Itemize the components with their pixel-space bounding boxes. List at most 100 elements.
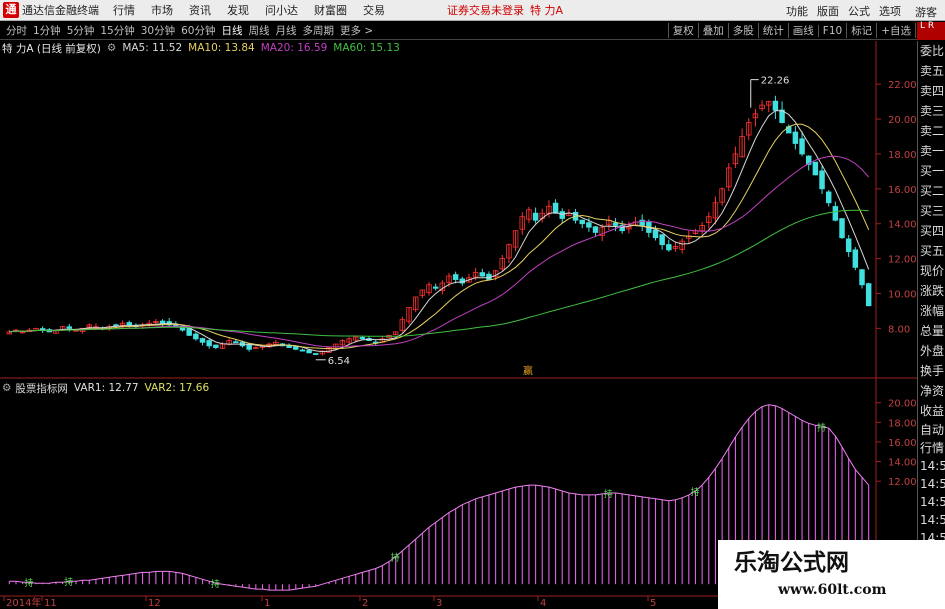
side-panel-item[interactable]: 委比 [918, 41, 945, 61]
candle [559, 211, 565, 219]
candle [452, 274, 459, 280]
candle [612, 222, 619, 226]
candle [306, 349, 312, 354]
candle [126, 322, 132, 326]
price-tick-label: 18.00 [888, 150, 917, 161]
candle [586, 222, 592, 228]
side-panel-item[interactable]: 净资 [918, 381, 945, 401]
candle [792, 131, 799, 144]
date-label: 2 [362, 598, 368, 609]
date-label: 12 [148, 598, 161, 609]
side-panel-item[interactable]: 卖三 [918, 101, 945, 121]
side-panel-item[interactable]: 14:50 [918, 493, 945, 511]
candle [852, 249, 859, 268]
signal-label: 持 [64, 576, 73, 588]
date-label: 4 [540, 598, 546, 609]
candle [293, 346, 299, 350]
candle [206, 340, 212, 347]
indicator-tick-label: 16.00 [888, 438, 917, 449]
candle [799, 138, 805, 155]
side-panel-corner[interactable]: L R [917, 22, 945, 40]
side-panel-item[interactable]: 买三 [918, 201, 945, 221]
candle [772, 100, 779, 111]
candle [579, 219, 585, 225]
price-tick-label: 8.00 [888, 324, 910, 335]
signal-label: 持 [211, 578, 220, 590]
side-panel-item[interactable]: 卖二 [918, 121, 945, 141]
watermark: 乐淘公式网 www.60lt.com [718, 540, 945, 609]
candle [159, 320, 166, 324]
signal-label: 持 [690, 486, 699, 498]
side-panel-item[interactable]: 14:50 [918, 475, 945, 493]
candle [313, 353, 319, 355]
chart-area[interactable]: 22.00 20.00 18.00 16.00 14.00 12.00 10.00 8.00 2… [0, 0, 917, 609]
indicator-tick-label: 20.00 [888, 399, 917, 410]
candle [652, 229, 659, 239]
candle [592, 226, 599, 233]
guest-user[interactable]: 游客 [915, 4, 937, 20]
price-tick-label: 20.00 [888, 115, 917, 126]
watermark-url: www.60lt.com [778, 582, 887, 598]
candle [845, 238, 852, 253]
side-panel-item[interactable]: 卖一 [918, 141, 945, 161]
side-panel-item[interactable]: 14:50 [918, 511, 945, 529]
candle [839, 218, 845, 239]
candle [213, 344, 219, 348]
side-panel-item[interactable]: 卖五 [918, 61, 945, 81]
side-panel-item[interactable]: 自动 [918, 421, 945, 439]
candle [199, 338, 206, 343]
side-panel-item[interactable]: 买四 [918, 221, 945, 241]
side-panel-item[interactable]: 现价 [918, 261, 945, 281]
candle [659, 234, 665, 246]
indicator-tick-label: 18.00 [888, 418, 917, 429]
signal-label: 持 [391, 552, 400, 564]
date-label: 5 [650, 598, 656, 609]
signal-label: 持 [24, 577, 33, 589]
date-label: 1 [264, 598, 270, 609]
price-tick-label: 22.00 [888, 80, 917, 91]
date-label: 2014年 [6, 596, 41, 609]
watermark-title: 乐淘公式网 [734, 549, 849, 576]
candle [666, 244, 672, 251]
side-panel-item[interactable]: 涨跌 [918, 281, 945, 301]
candle [359, 336, 366, 340]
side-panel-item[interactable]: 买二 [918, 181, 945, 201]
ma10-line [9, 123, 870, 350]
signal-label: 持 [604, 488, 613, 500]
candle [532, 212, 539, 221]
ma20-line [9, 155, 870, 348]
candle [286, 345, 292, 348]
date-label: 11 [44, 598, 57, 609]
side-panel-item[interactable]: 总量 [918, 321, 945, 341]
side-panel-item[interactable]: 外盘 [918, 341, 945, 361]
price-tick-label: 10.00 [888, 290, 917, 301]
candle [66, 326, 73, 329]
signal-label: 持 [817, 421, 826, 433]
candle [825, 191, 832, 204]
side-panel-item[interactable]: 买五 [918, 241, 945, 261]
candle [812, 161, 819, 176]
side-panel-item[interactable]: 涨幅 [918, 301, 945, 321]
event-marker: 赢 [523, 364, 533, 377]
candle [819, 170, 825, 190]
side-panel: 委比 卖五 卖四 卖三 卖二 卖一 买一 买二 买三 买四 买五 现价 涨跌 涨幅 总量 外盘 换手 净资 收益 自动… [917, 41, 945, 609]
date-label: 3 [436, 598, 442, 609]
price-tick-label: 12.00 [888, 255, 917, 266]
side-panel-item[interactable]: 行情 [918, 439, 945, 457]
low-price-label: 6.54 [328, 356, 350, 367]
side-panel-item[interactable]: 卖四 [918, 81, 945, 101]
indicator-tick-label: 12.00 [888, 477, 917, 488]
side-panel-item[interactable]: 换手 [918, 361, 945, 381]
side-panel-item[interactable]: 买一 [918, 161, 945, 181]
candle [233, 341, 239, 344]
candle [859, 269, 865, 286]
side-panel-item[interactable]: 收益 [918, 401, 945, 421]
candle [299, 349, 306, 352]
price-tick-label: 14.00 [888, 220, 917, 231]
candle [479, 272, 486, 277]
candle [113, 324, 119, 327]
ma60-line [9, 209, 869, 337]
high-price-label: 22.26 [761, 76, 790, 87]
side-panel-item[interactable]: 14:50 [918, 457, 945, 475]
candle [552, 202, 559, 214]
